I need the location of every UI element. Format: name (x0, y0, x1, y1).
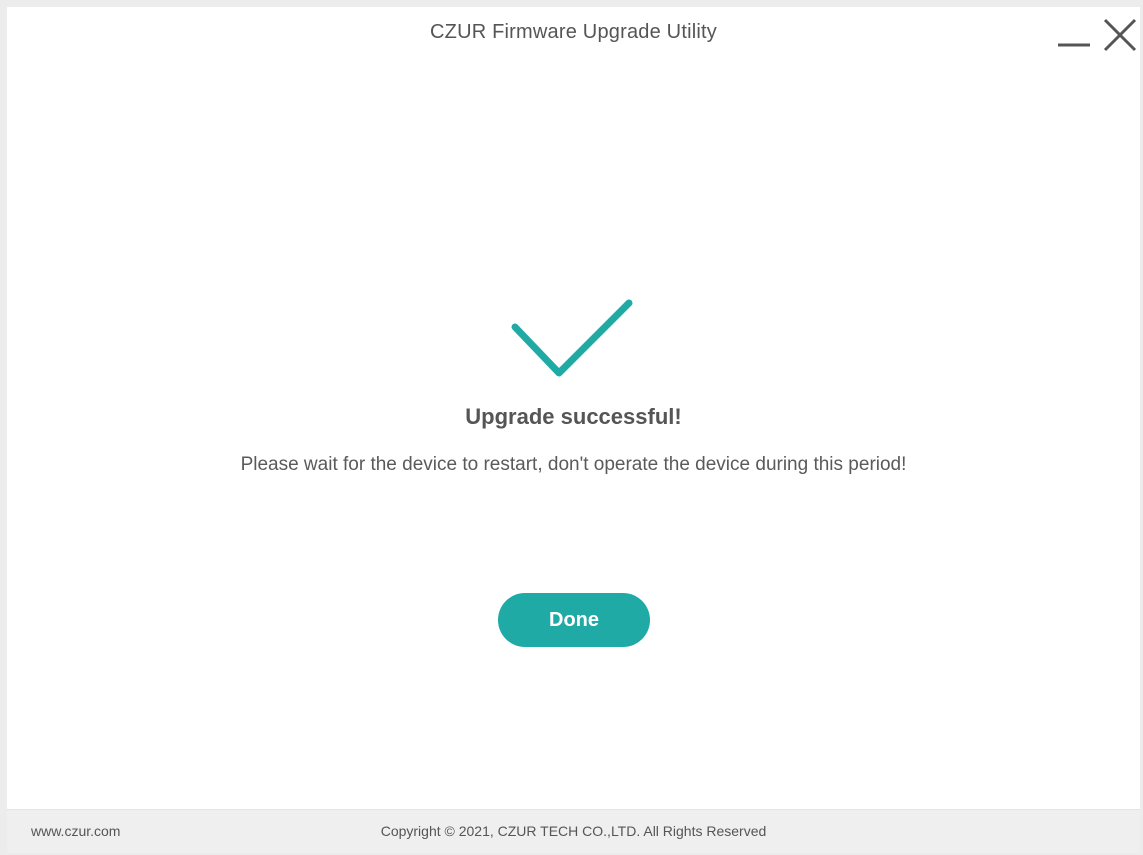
checkmark-icon (511, 299, 633, 377)
minimize-button[interactable] (1054, 15, 1094, 55)
main-content: Upgrade successful! Please wait for the … (7, 59, 1140, 809)
close-button[interactable] (1100, 15, 1140, 55)
upgrade-utility-window: CZUR Firmware Upgrade Utility Upgrade su… (7, 7, 1140, 853)
minimize-icon (1058, 43, 1090, 47)
success-indicator (507, 295, 637, 385)
footer: www.czur.com Copyright © 2021, CZUR TECH… (7, 809, 1140, 853)
window-title: CZUR Firmware Upgrade Utility (430, 21, 717, 43)
title-bar: CZUR Firmware Upgrade Utility (7, 7, 1140, 59)
close-icon (1103, 18, 1137, 52)
status-title: Upgrade successful! (465, 404, 682, 429)
copyright-text: Copyright © 2021, CZUR TECH CO.,LTD. All… (380, 823, 767, 839)
window-controls (1054, 15, 1140, 55)
status-message: Please wait for the device to restart, d… (240, 454, 907, 475)
done-button[interactable]: Done (498, 593, 650, 647)
